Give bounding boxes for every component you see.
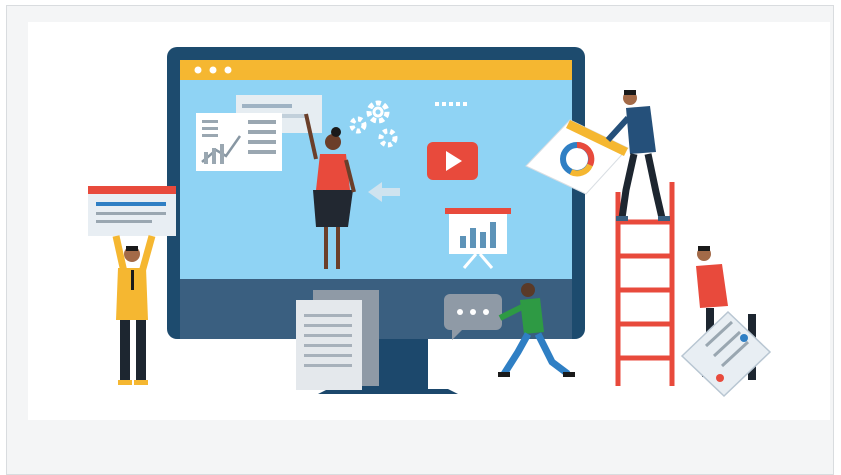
banner-card-icon [88,186,176,236]
man-holding-banner [112,235,156,385]
image-card [6,5,834,475]
illustration-svg [88,47,772,398]
report-card-icon [196,113,282,171]
play-button-icon [427,142,478,180]
document-stack-icon [296,290,379,390]
checklist-icon [680,310,772,398]
illustration [28,22,830,420]
